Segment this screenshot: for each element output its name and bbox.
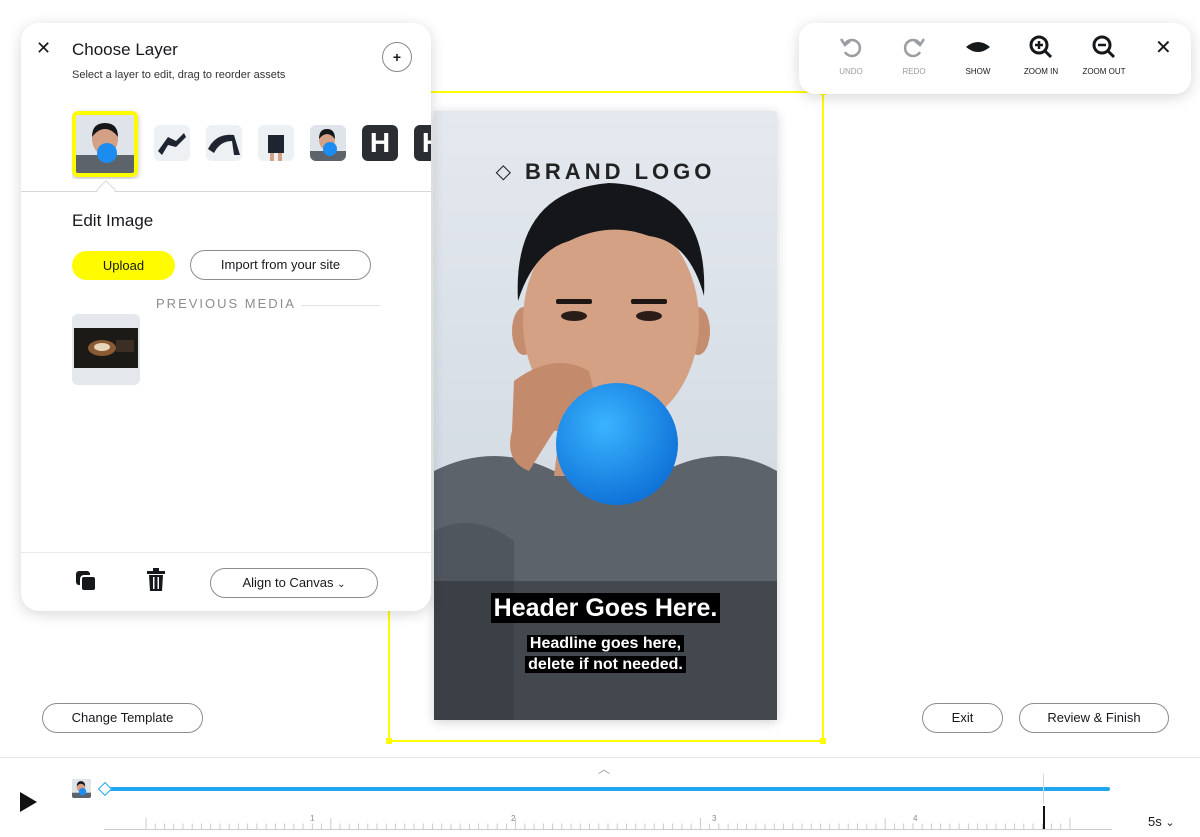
- layer-list: H H: [72, 109, 431, 179]
- show-button[interactable]: SHOW: [948, 35, 1008, 76]
- choose-layer-panel: ✕ Choose Layer Select a layer to edit, d…: [21, 23, 431, 611]
- layer-thumb-stretch[interactable]: [206, 125, 242, 161]
- resize-handle[interactable]: [820, 738, 826, 744]
- layer-thumb-text-2[interactable]: H: [414, 125, 431, 161]
- redo-icon: [903, 38, 926, 58]
- diamond-icon: ◇: [495, 161, 516, 183]
- panel-title: Choose Layer: [72, 40, 178, 59]
- edit-image-title: Edit Image: [72, 211, 154, 230]
- selected-layer-caret: [96, 180, 116, 200]
- previous-media-rule: [301, 305, 380, 306]
- tick-label: 4: [913, 814, 918, 823]
- chevron-down-icon: ⌄: [1165, 817, 1175, 829]
- time-ruler: [104, 818, 1112, 830]
- plus-icon: +: [392, 49, 402, 65]
- align-to-canvas-dropdown[interactable]: Align to Canvas ⌄: [210, 568, 378, 598]
- canvas-photo: [434, 183, 777, 720]
- editor-stage: ◇ BRAND LOGO Header Goes Here. Headline g…: [0, 0, 1200, 837]
- exit-button[interactable]: Exit: [922, 703, 1003, 733]
- chevron-down-icon: ⌄: [337, 579, 346, 590]
- close-icon[interactable]: ✕: [36, 38, 51, 59]
- previous-media-item[interactable]: [72, 314, 140, 385]
- panel-subtitle: Select a layer to edit, drag to reorder …: [72, 69, 286, 81]
- layer-thumb-photo-2[interactable]: [310, 125, 346, 161]
- track-thumbnail: [72, 779, 91, 798]
- undo-button[interactable]: UNDO: [821, 35, 881, 76]
- panel-divider: [21, 191, 431, 192]
- editor-toolbar: UNDO REDO SHOW ZOOM IN ZOOM OUT ✕: [799, 23, 1191, 94]
- change-template-button[interactable]: Change Template: [42, 703, 203, 733]
- media-track[interactable]: [104, 787, 1110, 791]
- close-icon[interactable]: ✕: [1155, 35, 1172, 60]
- play-icon[interactable]: [20, 792, 37, 812]
- brand-logo[interactable]: ◇ BRAND LOGO: [434, 159, 777, 185]
- design-canvas[interactable]: ◇ BRAND LOGO Header Goes Here. Headline g…: [434, 111, 777, 720]
- panel-footer-divider: [21, 552, 431, 553]
- timeline: ︿ 1 2 3 4 5s ⌄: [0, 757, 1200, 837]
- track-start-handle[interactable]: [97, 781, 113, 797]
- layer-thumb-runner[interactable]: [154, 125, 190, 161]
- undo-icon: [839, 38, 862, 58]
- zoom-out-button[interactable]: ZOOM OUT: [1074, 35, 1134, 76]
- chevron-up-icon[interactable]: ︿: [598, 760, 610, 777]
- tick-label: 3: [712, 814, 717, 823]
- import-from-site-button[interactable]: Import from your site: [190, 250, 371, 280]
- eye-icon: [966, 42, 990, 52]
- zoom-in-button[interactable]: ZOOM IN: [1011, 35, 1071, 76]
- zoom-out-icon: [1092, 35, 1116, 59]
- add-layer-button[interactable]: +: [382, 42, 412, 72]
- previous-media-label: PREVIOUS MEDIA: [156, 296, 296, 311]
- duplicate-icon[interactable]: [74, 569, 98, 593]
- resize-handle[interactable]: [386, 738, 392, 744]
- duration-dropdown[interactable]: 5s ⌄: [1148, 814, 1175, 829]
- upload-button[interactable]: Upload: [72, 251, 175, 280]
- layer-thumb-shorts[interactable]: [258, 125, 294, 161]
- layer-thumb-photo[interactable]: [72, 111, 138, 177]
- zoom-in-icon: [1029, 35, 1053, 59]
- playhead-guide: [1043, 774, 1044, 804]
- tick-label: 2: [511, 814, 516, 823]
- headline-text-layer[interactable]: Headline goes here, delete if not needed.: [434, 633, 777, 675]
- photo-thumbnail: [76, 115, 134, 173]
- header-text-layer[interactable]: Header Goes Here.: [434, 593, 777, 623]
- redo-button[interactable]: REDO: [884, 35, 944, 76]
- layer-thumb-text[interactable]: H: [362, 125, 398, 161]
- review-finish-button[interactable]: Review & Finish: [1019, 703, 1169, 733]
- tick-label: 1: [310, 814, 315, 823]
- trash-icon[interactable]: [145, 568, 167, 592]
